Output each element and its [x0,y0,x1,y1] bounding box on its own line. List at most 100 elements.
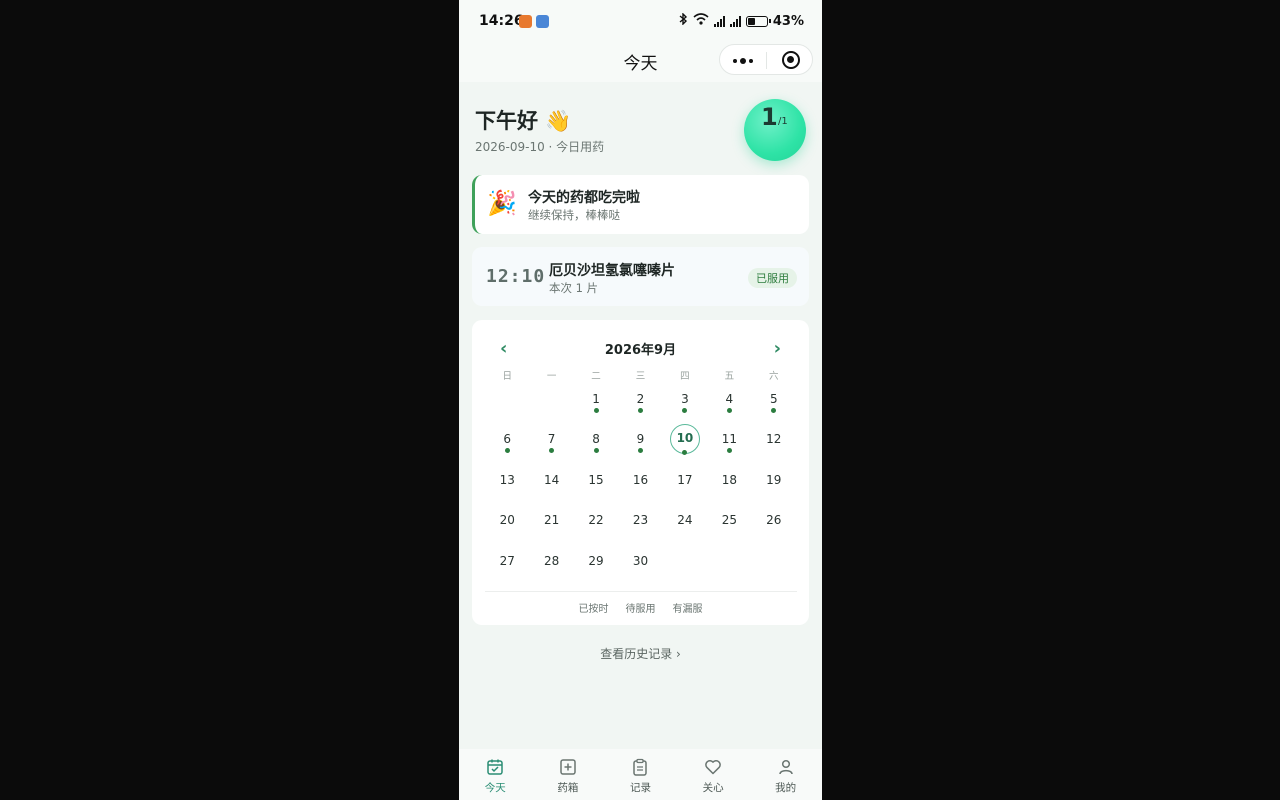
calendar-day[interactable]: 17 [663,464,707,504]
phone-screen: 14:26 43% 今天 下午好 👋 2026-09-10 · 今日用药 1 /… [459,0,822,800]
calendar-day-number: 15 [588,472,604,487]
legend-pending: 待服用 [625,604,656,615]
calendar-day[interactable]: 30 [618,545,662,585]
calendar-day-number: 25 [721,513,737,528]
calendar-day[interactable]: 4 [707,383,751,423]
greeting-title: 下午好 👋 [475,109,572,133]
user-icon [778,759,793,775]
calendar-day-number: 1 [592,392,600,406]
weekday-label: 日 [502,371,512,382]
calendar-day[interactable]: 29 [574,545,618,585]
calendar-day[interactable]: 19 [752,464,796,504]
calendar-day[interactable]: 1 [574,383,618,423]
more-dots-icon[interactable] [733,58,753,64]
calendar-empty-cell [485,383,529,423]
tab-mine-label: 我的 [775,782,797,794]
taken-status-badge[interactable]: 已服用 [748,268,797,288]
calendar-day[interactable]: 3 [663,383,707,423]
calendar-day[interactable]: 23 [618,504,662,544]
calendar-day-number: 11 [721,432,737,447]
tab-care[interactable]: 关心 [677,749,750,800]
calendar-day[interactable]: 15 [574,464,618,504]
calendar-day[interactable]: 21 [529,504,573,544]
weekday-label: 六 [769,371,779,382]
calendar-day-number: 2 [636,392,645,406]
legend-on-time: 已按时 [578,604,609,615]
calendar-empty-cell [529,383,573,423]
calendar-day[interactable]: 25 [707,504,751,544]
calendar-day-number: 16 [632,472,649,487]
calendar-next-button[interactable]: › [774,338,781,359]
dose-taken-dot [682,450,688,456]
calendar-day-grid: 1 2 3 4 5 6 7 8 9 10 11 12 13 14 15 16 17 18 19 20 21 22 23 24 2… [485,383,796,585]
target-close-icon[interactable] [782,51,800,69]
dose-taken-dot [593,408,599,413]
calendar-day[interactable]: 20 [485,504,529,544]
dose-taken-dot [726,408,732,413]
legend-missed: 有漏服 [672,604,703,615]
tab-records[interactable]: 记录 [604,749,677,800]
wifi-icon [693,13,709,29]
app-notification-orange-icon [519,15,532,28]
calendar-weekday-row: 日 一 二 三 四 五 六 [485,368,796,382]
tab-mine[interactable]: 我的 [749,749,822,800]
calendar-day-number: 30 [632,553,649,568]
app-notification-blue-icon [536,15,549,28]
calendar-day-number: 17 [677,472,693,487]
calendar-day[interactable]: 16 [618,464,662,504]
calendar-day[interactable]: 24 [663,504,707,544]
calendar-day[interactable]: 13 [485,464,529,504]
nav-bar: 今天 [459,44,822,82]
tab-records-label: 记录 [629,782,651,794]
calendar-day-number: 6 [503,432,512,447]
5g-signal-icon [713,15,725,27]
battery-icon [745,15,771,27]
calendar-day-number: 22 [588,513,604,528]
capsule-divider [766,52,767,69]
5g-signal-icon [729,15,741,27]
calendar-day-number: 14 [543,472,560,487]
medicine-box-icon [560,759,576,775]
calendar-day[interactable]: 9 [618,423,662,463]
calendar-day-number: 3 [681,392,689,406]
medication-time: 12:10 [486,266,546,287]
calendar-day[interactable]: 8 [574,423,618,463]
calendar-day[interactable]: 5 [752,383,796,423]
calendar-day-number: 27 [499,553,515,568]
calendar-day[interactable]: 22 [574,504,618,544]
progress-done: 1 [761,103,778,131]
mini-program-capsule [719,44,813,75]
battery-percent: 43% [772,13,804,29]
calendar-day[interactable]: 14 [529,464,573,504]
calendar-day-number: 7 [547,432,556,447]
weekday-label: 二 [591,371,601,382]
calendar-day[interactable]: 18 [707,464,751,504]
calendar-day-number: 21 [543,513,560,528]
weekday-label: 四 [680,371,690,382]
calendar-day[interactable]: 7 [529,423,573,463]
calendar-day-number: 5 [769,392,778,406]
calendar-day[interactable]: 28 [529,545,573,585]
calendar-day[interactable]: 27 [485,545,529,585]
calendar-day-number: 24 [677,513,693,528]
calendar-day-today[interactable]: 10 [663,423,707,463]
all-done-subtitle: 继续保持，棒棒哒 [528,208,620,222]
tab-medicine-box[interactable]: 药箱 [532,749,605,800]
weekday-label: 一 [546,371,557,382]
tab-today[interactable]: 今天 [459,749,532,800]
clipboard-icon [633,758,648,776]
medication-card[interactable]: 12:10 厄贝沙坦氢氯噻嗪片 本次 1 片 已服用 [472,247,809,306]
calendar-day[interactable]: 11 [707,423,751,463]
calendar-day[interactable]: 6 [485,423,529,463]
calendar-card: ‹ 2026年9月 › 日 一 二 三 四 五 六 1 2 3 4 5 6 7 8 9 10 11 1… [472,320,809,625]
view-history-link[interactable]: 查看历史记录 › [459,645,822,662]
calendar-day-number: 13 [499,472,515,487]
all-done-card: 🎉 今天的药都吃完啦 继续保持，棒棒哒 [472,175,809,234]
calendar-day[interactable]: 2 [618,383,662,423]
calendar-day[interactable]: 12 [752,423,796,463]
calendar-day-number: 12 [766,432,782,447]
date-subtitle: 2026-09-10 · 今日用药 [475,140,605,154]
calendar-day-number: 8 [592,432,600,447]
calendar-day[interactable]: 26 [752,504,796,544]
calendar-day-number: 26 [766,513,782,528]
